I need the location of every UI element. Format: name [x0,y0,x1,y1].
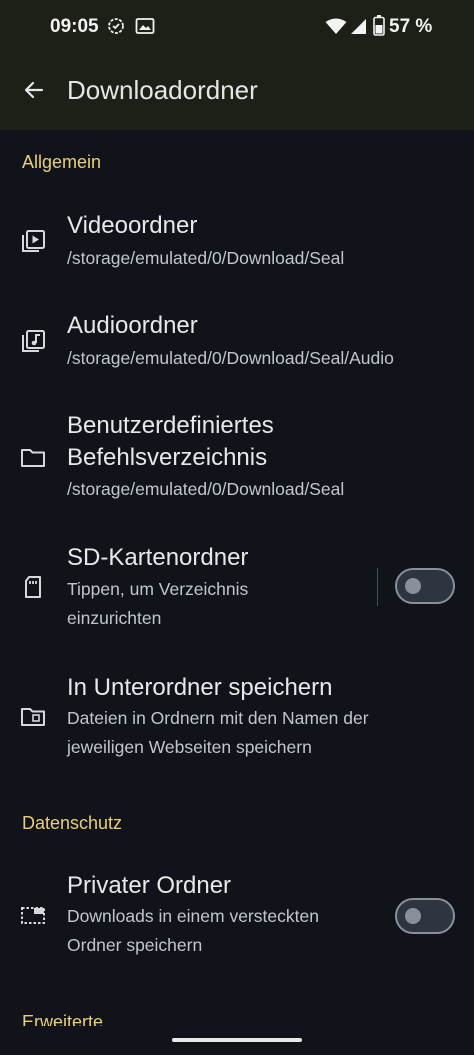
save-in-subfolder-item[interactable]: In Unterordner speichern Dateien in Ordn… [0,660,474,770]
image-icon [135,17,155,40]
status-time: 09:05 [50,16,99,37]
video-folder-item[interactable]: Videoordner /storage/emulated/0/Download… [0,198,474,288]
sd-card-folder-item[interactable]: SD-Kartenordner Tippen, um Verzeichnis e… [0,530,474,640]
custom-command-title-line2: Befehlsverzeichnis [67,444,268,471]
sd-card-toggle[interactable] [395,568,455,604]
video-folder-title: Videoordner [67,212,198,239]
video-folder-path: /storage/emulated/0/Download/Seal [67,248,345,268]
top-app-bar: Downloadordner [0,56,474,130]
custom-command-title-line1: Benutzerdefiniertes [67,412,274,439]
battery-icon [373,15,385,41]
battery-percent: 57 % [389,16,433,37]
sd-card-icon [20,574,46,600]
sd-card-title: SD-Kartenordner [67,544,249,571]
audio-folder-path: /storage/emulated/0/Download/Seal/Audio [67,348,394,368]
private-folder-item[interactable]: Privater Ordner Downloads in einem verst… [0,858,474,968]
music-library-icon [20,329,46,355]
private-folder-subtitle-line1: Downloads in einem versteckten [67,906,319,926]
section-header-privacy: Datenschutz [22,813,123,833]
back-button[interactable] [14,70,54,110]
toggle-knob [405,908,421,924]
gear-check-icon [107,17,125,40]
toggle-knob [405,578,421,594]
item-divider [377,568,378,606]
video-library-icon [20,229,46,255]
save-in-subfolder-subtitle-line1: Dateien in Ordnern mit den Namen der [67,708,369,728]
audio-folder-item[interactable]: Audioordner /storage/emulated/0/Download… [0,298,474,388]
page-title: Downloadordner [67,75,258,105]
folder-icon [20,445,46,471]
signal-icon [350,18,367,40]
hidden-folder-icon [20,902,46,928]
wifi-icon [325,18,347,40]
custom-command-path: /storage/emulated/0/Download/Seal [67,479,345,499]
custom-command-folder-item[interactable]: Benutzerdefiniertes Befehlsverzeichnis /… [0,398,474,518]
arrow-back-icon [24,81,44,99]
save-in-subfolder-title: In Unterordner speichern [67,674,333,701]
sd-card-subtitle-line1: Tippen, um Verzeichnis [67,579,249,599]
sd-card-subtitle-line2: einzurichten [67,608,162,628]
audio-folder-title: Audioordner [67,312,198,339]
private-folder-title: Privater Ordner [67,872,232,899]
section-header-general: Allgemein [22,152,102,172]
private-folder-toggle[interactable] [395,898,455,934]
private-folder-subtitle-line2: Ordner speichern [67,935,203,955]
save-in-subfolder-subtitle-line2: jeweiligen Webseiten speichern [67,737,312,757]
status-bar: 09:05 57 % [0,0,474,56]
folder-data-icon [20,704,46,730]
home-indicator[interactable] [172,1038,302,1042]
